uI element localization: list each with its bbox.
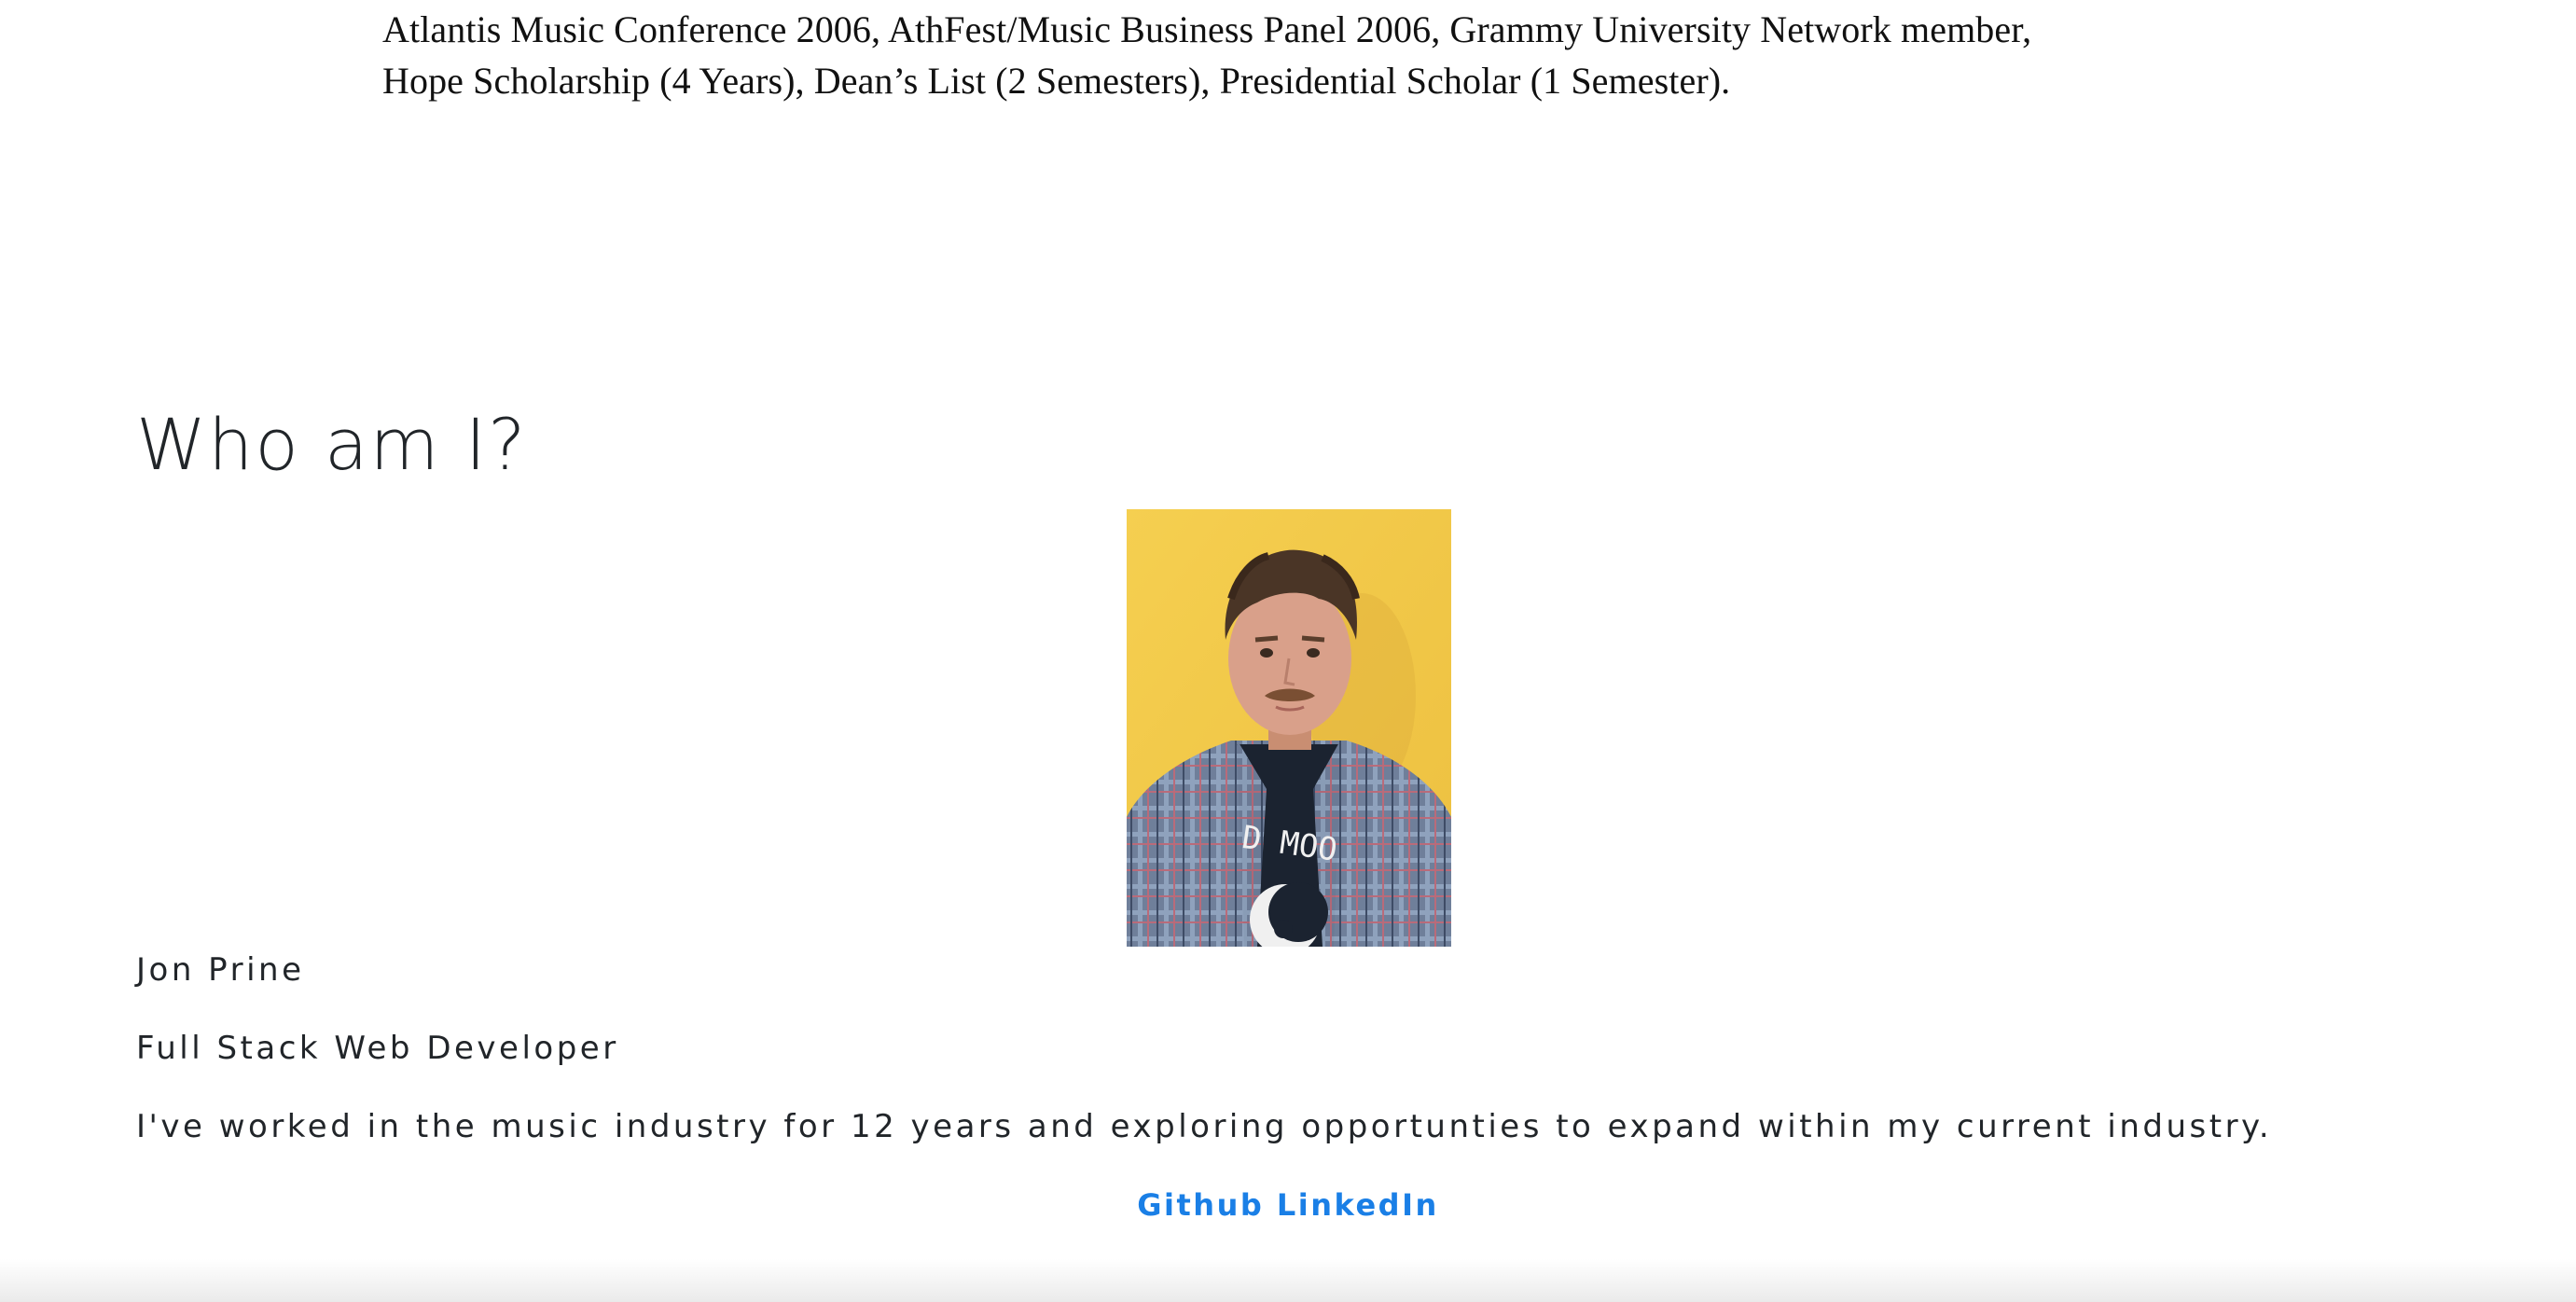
social-links: Github LinkedIn — [0, 1184, 2576, 1226]
person-name: Jon Prine — [136, 951, 305, 989]
person-title: Full Stack Web Developer — [136, 1030, 619, 1067]
profile-photo: D MOO — [1127, 509, 1451, 947]
resume-achievements-line-1: Atlantis Music Conference 2006, AthFest/… — [382, 8, 2032, 50]
about-heading: Who am I? — [136, 403, 528, 486]
profile-photo-illustration: D MOO — [1127, 509, 1451, 947]
resume-image-snippet: Atlantis Music Conference 2006, AthFest/… — [382, 4, 2248, 106]
person-bio: I've worked in the music industry for 12… — [136, 1108, 2273, 1145]
bottom-shadow-divider — [0, 1259, 2576, 1302]
linkedin-link[interactable]: LinkedIn — [1277, 1187, 1439, 1223]
github-link[interactable]: Github — [1137, 1187, 1264, 1223]
resume-achievements-line-2: Hope Scholarship (4 Years), Dean’s List … — [382, 60, 1731, 102]
